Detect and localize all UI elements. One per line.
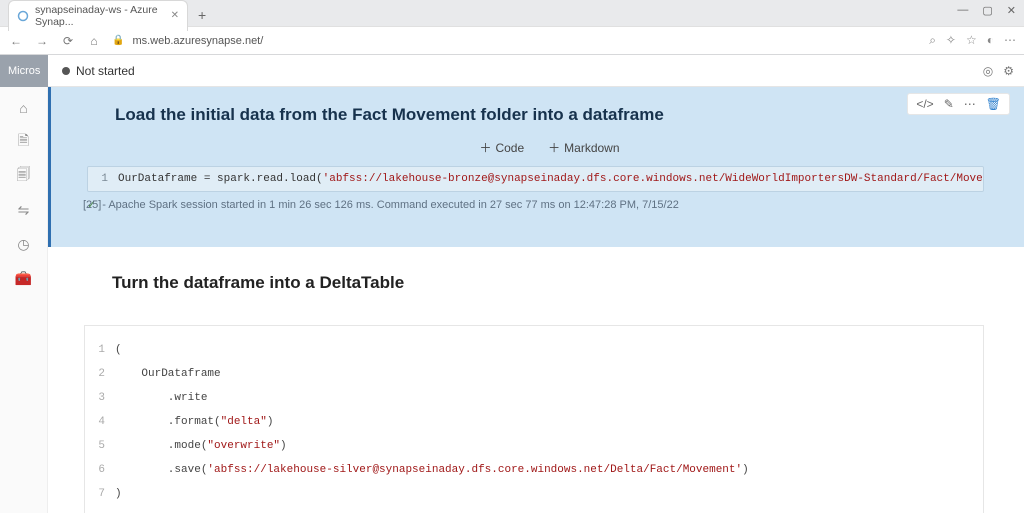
delete-cell-icon[interactable]: 🗑 [986,97,1001,111]
refresh-icon[interactable]: ⟳ [60,33,76,49]
add-md-label: Markdown [564,141,619,155]
back-icon[interactable]: ← [8,33,24,49]
monitor-nav-icon[interactable]: ◷ [15,235,33,253]
cell2-heading: Turn the dataframe into a DeltaTable [112,273,984,293]
search-icon[interactable]: ⌕ [929,33,936,48]
kernel-status: Not started [48,64,135,78]
side-rail: ⌂ 🗎 🗐 ⇋ ◷ 🧰 [0,87,48,513]
new-tab-button[interactable]: + [192,7,212,23]
code-view-button[interactable]: </> [916,97,933,111]
cell1-heading: Load the initial data from the Fact Move… [115,105,984,125]
notebook-cell-2[interactable]: Turn the dataframe into a DeltaTable 1( … [48,247,1024,513]
brand-label: Micros [0,55,48,87]
favorites-icon[interactable]: ☆ [966,33,977,48]
home-nav-icon[interactable]: ⌂ [15,99,33,117]
favicon-icon [17,10,29,22]
close-tab-icon[interactable]: ✕ [171,10,179,21]
add-markdown-button[interactable]: ＋ Markdown [548,139,619,156]
browser-chrome: — ▢ ✕ synapseinaday-ws - Azure Synap... … [0,0,1024,55]
more-icon[interactable]: ⋯ [964,97,976,111]
cell1-status-text: - Apache Spark session started in 1 min … [102,199,679,211]
home-icon[interactable]: ⌂ [86,33,102,49]
manage-nav-icon[interactable]: 🧰 [15,269,33,287]
profile-icon[interactable]: ◐ [987,33,994,48]
cell1-status-row: ✓ - Apache Spark session started in 1 mi… [87,198,984,211]
lock-icon: 🔒 [112,35,124,46]
app-bar: Micros Not started ◎ ⚙ [0,55,1024,87]
line-number: 1 [96,173,118,185]
target-icon[interactable]: ◎ [983,64,993,78]
appbar-actions: ◎ ⚙ [983,64,1014,78]
notebook-content: </> ✎ ⋯ 🗑 Load the initial data from the… [48,87,1024,513]
notebook-cell-1[interactable]: Load the initial data from the Fact Move… [48,87,1024,247]
add-code-button[interactable]: ＋ Code [479,139,524,156]
extensions-icon[interactable]: ✧ [946,33,956,48]
cell1-exec-count: [25] [83,199,101,211]
maximize-icon[interactable]: ▢ [982,4,992,17]
close-window-icon[interactable]: ✕ [1007,4,1016,17]
code-text: OurDataframe = spark.read.load('abfss://… [118,173,984,185]
add-code-label: Code [495,141,524,155]
menu-icon[interactable]: ⋯ [1004,33,1016,48]
edit-icon[interactable]: ✎ [944,97,954,111]
develop-nav-icon[interactable]: 🗐 [15,167,33,185]
main-area: ⌂ 🗎 🗐 ⇋ ◷ 🧰 </> ✎ ⋯ 🗑 Load the initial d… [0,87,1024,513]
cell2-code[interactable]: 1( 2 OurDataframe 3 .write 4 .format("de… [84,325,984,513]
cell1-exec-wrap: 1OurDataframe = spark.read.load('abfss:/… [87,166,984,211]
cell1-code[interactable]: 1OurDataframe = spark.read.load('abfss:/… [87,166,984,192]
status-dot-icon [62,67,70,75]
browser-actions: ⌕ ✧ ☆ ◐ ⋯ [929,33,1016,48]
minimize-icon[interactable]: — [957,4,968,17]
address-bar[interactable]: 🔒 ms.web.azuresynapse.net/ [112,35,919,47]
data-nav-icon[interactable]: 🗎 [15,133,33,151]
forward-icon[interactable]: → [34,33,50,49]
add-cell-row: ＋ Code ＋ Markdown [115,139,984,156]
integrate-nav-icon[interactable]: ⇋ [15,201,33,219]
tab-strip: synapseinaday-ws - Azure Synap... ✕ + [0,0,1024,26]
url-text: ms.web.azuresynapse.net/ [132,35,263,47]
window-controls: — ▢ ✕ [957,4,1016,17]
cell2-exec-wrap: 1( 2 OurDataframe 3 .write 4 .format("de… [84,325,984,513]
cell-toolbar: </> ✎ ⋯ 🗑 [907,93,1010,115]
settings-icon[interactable]: ⚙ [1003,64,1014,78]
browser-tab[interactable]: synapseinaday-ws - Azure Synap... ✕ [8,0,188,31]
tab-title: synapseinaday-ws - Azure Synap... [35,4,165,28]
status-text: Not started [76,64,135,78]
